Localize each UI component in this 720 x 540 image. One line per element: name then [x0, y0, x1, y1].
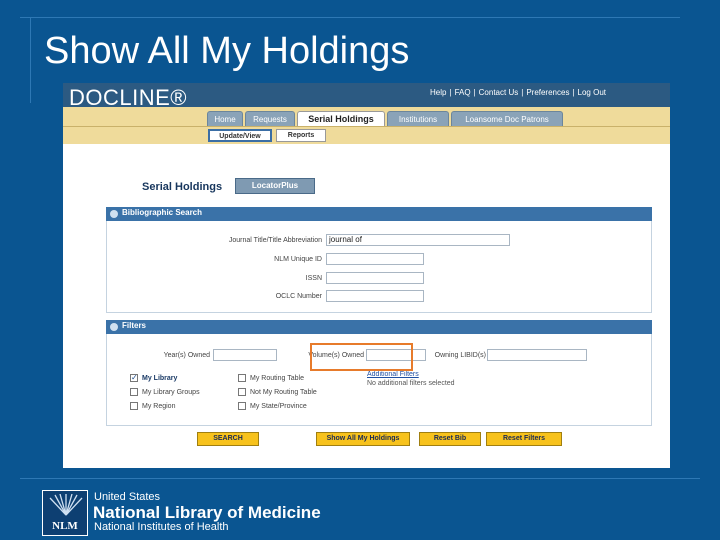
page-title: Serial Holdings [142, 181, 223, 193]
contact-us-link[interactable]: Contact Us [479, 88, 519, 97]
top-links: Help | FAQ | Contact Us | Preferences | Log Out [430, 88, 606, 97]
tab-home[interactable]: Home [207, 111, 243, 126]
help-link[interactable]: Help [430, 88, 446, 97]
tab-serial-holdings[interactable]: Serial Holdings [297, 111, 385, 126]
callout-highlight [310, 343, 413, 371]
my-region-label: My Region [142, 403, 176, 410]
my-library-groups-checkbox[interactable] [130, 388, 138, 396]
issn-label: ISSN [305, 275, 322, 282]
my-library-groups-label: My Library Groups [142, 389, 200, 396]
show-all-my-holdings-button[interactable]: Show All My Holdings [316, 432, 410, 446]
org-parent: National Institutes of Health [94, 521, 229, 533]
not-my-routing-table-label: Not My Routing Table [250, 389, 317, 396]
slide-top-rule [20, 17, 680, 18]
filters-header: Filters [106, 320, 652, 334]
oclc-number-label: OCLC Number [275, 293, 322, 300]
search-button[interactable]: SEARCH [197, 432, 259, 446]
reset-bib-button[interactable]: Reset Bib [419, 432, 481, 446]
faq-link[interactable]: FAQ [455, 88, 471, 97]
my-library-checkbox[interactable]: ✓ [130, 374, 138, 382]
nlm-unique-id-label: NLM Unique ID [274, 256, 322, 263]
bibliographic-search-label: Bibliographic Search [122, 208, 203, 217]
my-state-province-checkbox[interactable] [238, 402, 246, 410]
slide-bottom-rule [20, 478, 700, 479]
years-owned-input[interactable] [213, 349, 277, 361]
nlm-rays-icon [49, 494, 83, 516]
my-routing-table-checkbox[interactable] [238, 374, 246, 382]
my-routing-table-label: My Routing Table [250, 375, 304, 382]
journal-title-label: Journal Title/Title Abbreviation [228, 237, 322, 244]
nlm-unique-id-input[interactable] [326, 253, 424, 265]
nlm-logo: NLM [42, 490, 88, 536]
journal-title-input[interactable]: journal of [326, 234, 510, 246]
not-my-routing-table-checkbox[interactable] [238, 388, 246, 396]
tab-institutions[interactable]: Institutions [387, 111, 449, 126]
years-owned-label: Year(s) Owned [163, 352, 210, 359]
owning-libid-input[interactable] [487, 349, 587, 361]
tab-loansome-doc-patrons[interactable]: Loansome Doc Patrons [451, 111, 563, 126]
nlm-badge-text: NLM [52, 520, 78, 532]
subtab-bar: Update/View Reports [63, 127, 670, 144]
reset-filters-button[interactable]: Reset Filters [486, 432, 562, 446]
my-state-province-label: My State/Province [250, 403, 307, 410]
slide-title: Show All My Holdings [44, 30, 410, 72]
org-country: United States [94, 491, 161, 503]
additional-filters-note: No additional filters selected [367, 380, 455, 387]
filters-label: Filters [122, 321, 147, 330]
additional-filters-link[interactable]: Additional Filters [367, 371, 419, 378]
slide-left-rule [30, 17, 31, 103]
docline-screenshot: DOCLINE® Help | FAQ | Contact Us | Preferences… [63, 83, 670, 468]
section-bullet-icon [110, 210, 118, 218]
main-tab-bar: Home Requests Serial Holdings Institutio… [63, 107, 670, 127]
tab-requests[interactable]: Requests [245, 111, 295, 126]
docline-header: DOCLINE® Help | FAQ | Contact Us | Preferences… [63, 83, 670, 110]
oclc-number-input[interactable] [326, 290, 424, 302]
my-library-label: My Library [142, 375, 178, 382]
org-name: National Library of Medicine [93, 503, 321, 522]
issn-input[interactable] [326, 272, 424, 284]
subtab-update-view[interactable]: Update/View [208, 129, 272, 142]
my-region-checkbox[interactable] [130, 402, 138, 410]
owning-libid-label: Owning LIBID(s) [434, 352, 486, 359]
log-out-link[interactable]: Log Out [578, 88, 606, 97]
bibliographic-search-header: Bibliographic Search [106, 207, 652, 221]
section-bullet-icon [110, 323, 118, 331]
preferences-link[interactable]: Preferences [526, 88, 569, 97]
locatorplus-button[interactable]: LocatorPlus [235, 178, 315, 194]
subtab-reports[interactable]: Reports [276, 129, 326, 142]
